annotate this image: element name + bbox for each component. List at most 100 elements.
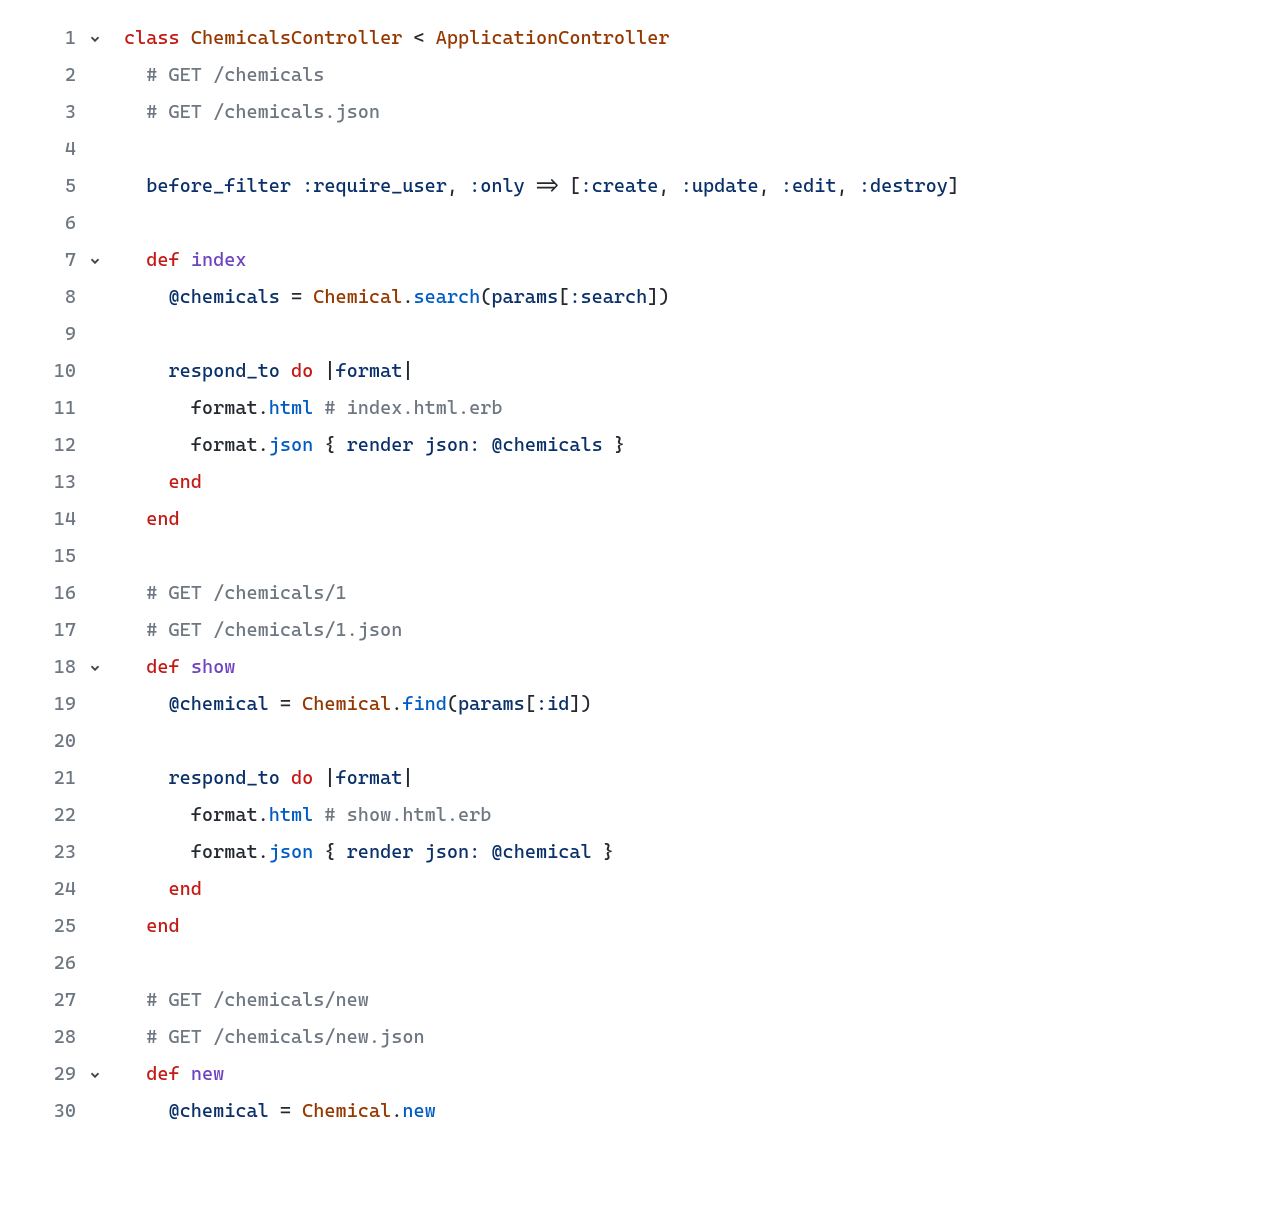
code-token [124, 286, 169, 308]
code-line[interactable] [124, 945, 1254, 982]
code-line[interactable]: class ChemicalsController < ApplicationC… [124, 20, 1254, 57]
code-token: # GET /chemicals/new [146, 989, 369, 1011]
code-token [180, 656, 191, 678]
code-line[interactable]: # GET /chemicals/1 [124, 575, 1254, 612]
fold-spacer [82, 94, 116, 131]
code-line[interactable]: def show [124, 649, 1254, 686]
code-token [480, 434, 491, 456]
code-token [124, 175, 146, 197]
code-token: def [146, 1063, 179, 1085]
chevron-down-icon[interactable] [82, 242, 116, 279]
code-token: ] [948, 175, 959, 197]
line-number[interactable]: 10 [0, 353, 82, 390]
code-line[interactable] [124, 131, 1254, 168]
code-line[interactable]: # GET /chemicals [124, 57, 1254, 94]
code-line[interactable]: # GET /chemicals.json [124, 94, 1254, 131]
chevron-down-icon[interactable] [82, 1056, 116, 1093]
code-line[interactable]: def index [124, 242, 1254, 279]
code-token: find [402, 693, 447, 715]
code-token [480, 841, 491, 863]
code-line[interactable]: format.html # index.html.erb [124, 390, 1254, 427]
code-line[interactable]: end [124, 871, 1254, 908]
code-token [413, 434, 424, 456]
line-number[interactable]: 24 [0, 871, 82, 908]
code-line[interactable] [124, 723, 1254, 760]
code-line[interactable] [124, 205, 1254, 242]
code-token: :require_user [302, 175, 447, 197]
code-token: end [146, 915, 179, 937]
code-line[interactable] [124, 538, 1254, 575]
code-token [124, 508, 146, 530]
code-line[interactable]: format.json { render json: @chemical } [124, 834, 1254, 871]
code-line[interactable]: def new [124, 1056, 1254, 1093]
line-number[interactable]: 6 [0, 205, 82, 242]
code-line[interactable]: # GET /chemicals/1.json [124, 612, 1254, 649]
line-number[interactable]: 15 [0, 538, 82, 575]
code-line[interactable]: respond_to do |format| [124, 760, 1254, 797]
code-token: @chemicals [169, 286, 280, 308]
code-line[interactable] [124, 316, 1254, 353]
code-token: ( [480, 286, 491, 308]
line-number[interactable]: 20 [0, 723, 82, 760]
line-number[interactable]: 2 [0, 57, 82, 94]
code-token: | [313, 767, 335, 789]
line-number[interactable]: 12 [0, 427, 82, 464]
code-token: . [402, 286, 413, 308]
line-number[interactable]: 17 [0, 612, 82, 649]
code-line[interactable]: end [124, 908, 1254, 945]
line-number[interactable]: 7 [0, 242, 82, 279]
line-number[interactable]: 18 [0, 649, 82, 686]
line-number[interactable]: 11 [0, 390, 82, 427]
code-token [124, 989, 146, 1011]
code-line[interactable]: # GET /chemicals/new.json [124, 1019, 1254, 1056]
line-number[interactable]: 3 [0, 94, 82, 131]
code-token: json: [425, 841, 481, 863]
line-number[interactable]: 21 [0, 760, 82, 797]
line-number[interactable]: 13 [0, 464, 82, 501]
code-token: :edit [781, 175, 837, 197]
line-number[interactable]: 1 [0, 20, 82, 57]
code-token: format [336, 360, 403, 382]
code-token: def [146, 249, 179, 271]
code-token: :destroy [859, 175, 948, 197]
code-token: html [269, 804, 314, 826]
code-line[interactable]: @chemical = Chemical.find(params[:id]) [124, 686, 1254, 723]
line-number[interactable]: 30 [0, 1093, 82, 1130]
code-token [291, 175, 302, 197]
code-line[interactable]: # GET /chemicals/new [124, 982, 1254, 1019]
line-number[interactable]: 5 [0, 168, 82, 205]
line-number[interactable]: 26 [0, 945, 82, 982]
code-line[interactable]: end [124, 501, 1254, 538]
code-token: :id [536, 693, 569, 715]
line-number[interactable]: 23 [0, 834, 82, 871]
line-number[interactable]: 29 [0, 1056, 82, 1093]
code-line[interactable]: end [124, 464, 1254, 501]
code-editor: 1234567891011121314151617181920212223242… [0, 20, 1274, 1130]
line-number-gutter: 1234567891011121314151617181920212223242… [0, 20, 82, 1130]
code-line[interactable]: before_filter :require_user, :only => [:… [124, 168, 1254, 205]
line-number[interactable]: 9 [0, 316, 82, 353]
code-token: { [313, 841, 346, 863]
line-number[interactable]: 19 [0, 686, 82, 723]
code-token: end [146, 508, 179, 530]
line-number[interactable]: 28 [0, 1019, 82, 1056]
line-number[interactable]: 8 [0, 279, 82, 316]
chevron-down-icon[interactable] [82, 649, 116, 686]
chevron-down-icon[interactable] [82, 20, 116, 57]
code-line[interactable]: format.html # show.html.erb [124, 797, 1254, 834]
code-line[interactable]: @chemical = Chemical.new [124, 1093, 1254, 1130]
code-token: | [402, 360, 413, 382]
code-line[interactable]: @chemicals = Chemical.search(params[:sea… [124, 279, 1254, 316]
code-area[interactable]: class ChemicalsController < ApplicationC… [116, 20, 1274, 1130]
line-number[interactable]: 4 [0, 131, 82, 168]
line-number[interactable]: 22 [0, 797, 82, 834]
line-number[interactable]: 25 [0, 908, 82, 945]
line-number[interactable]: 27 [0, 982, 82, 1019]
code-line[interactable]: format.json { render json: @chemicals } [124, 427, 1254, 464]
line-number[interactable]: 14 [0, 501, 82, 538]
code-token: < [402, 27, 435, 49]
fold-spacer [82, 131, 116, 168]
code-token [124, 1026, 146, 1048]
code-line[interactable]: respond_to do |format| [124, 353, 1254, 390]
line-number[interactable]: 16 [0, 575, 82, 612]
